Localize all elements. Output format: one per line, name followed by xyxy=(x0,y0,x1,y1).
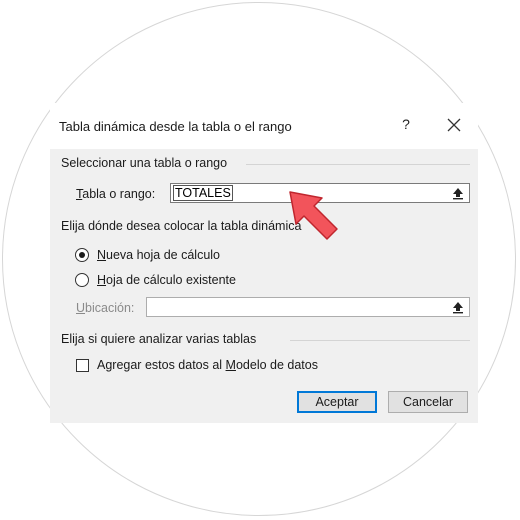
group-divider xyxy=(290,340,470,341)
new-sheet-label[interactable]: Nueva hoja de cálculo xyxy=(97,248,220,262)
range-label: Tabla o rango: xyxy=(76,187,156,201)
title-bar: Tabla dinámica desde la tabla o el rango… xyxy=(50,103,478,149)
radio-selected-dot xyxy=(79,252,85,258)
new-sheet-radio[interactable] xyxy=(75,248,89,262)
existing-sheet-radio[interactable] xyxy=(75,273,89,287)
multi-table-heading: Elija si quiere analizar varias tablas xyxy=(61,332,257,346)
close-icon[interactable] xyxy=(444,115,464,135)
collapse-dialog-icon[interactable] xyxy=(449,299,467,315)
cancel-button[interactable]: Cancelar xyxy=(388,391,468,413)
location-input[interactable] xyxy=(146,297,470,317)
location-label: Ubicación: xyxy=(76,301,135,315)
pointer-arrow-icon xyxy=(289,191,338,240)
dialog-title: Tabla dinámica desde la tabla o el rango xyxy=(59,119,292,134)
pivot-table-dialog: Tabla dinámica desde la tabla o el rango… xyxy=(50,103,478,423)
existing-sheet-label[interactable]: Hoja de cálculo existente xyxy=(97,273,236,287)
collapse-dialog-icon[interactable] xyxy=(449,185,467,201)
range-input-value: TOTALES xyxy=(173,185,233,201)
ok-button[interactable]: Aceptar xyxy=(297,391,377,413)
placement-heading: Elija dónde desea colocar la tabla dinám… xyxy=(61,219,302,233)
data-model-checkbox[interactable] xyxy=(76,359,89,372)
help-button[interactable]: ? xyxy=(398,116,414,134)
group-divider xyxy=(246,164,470,165)
select-range-heading: Seleccionar una tabla o rango xyxy=(61,156,228,170)
data-model-label[interactable]: Agregar estos datos al Modelo de datos xyxy=(97,358,318,372)
